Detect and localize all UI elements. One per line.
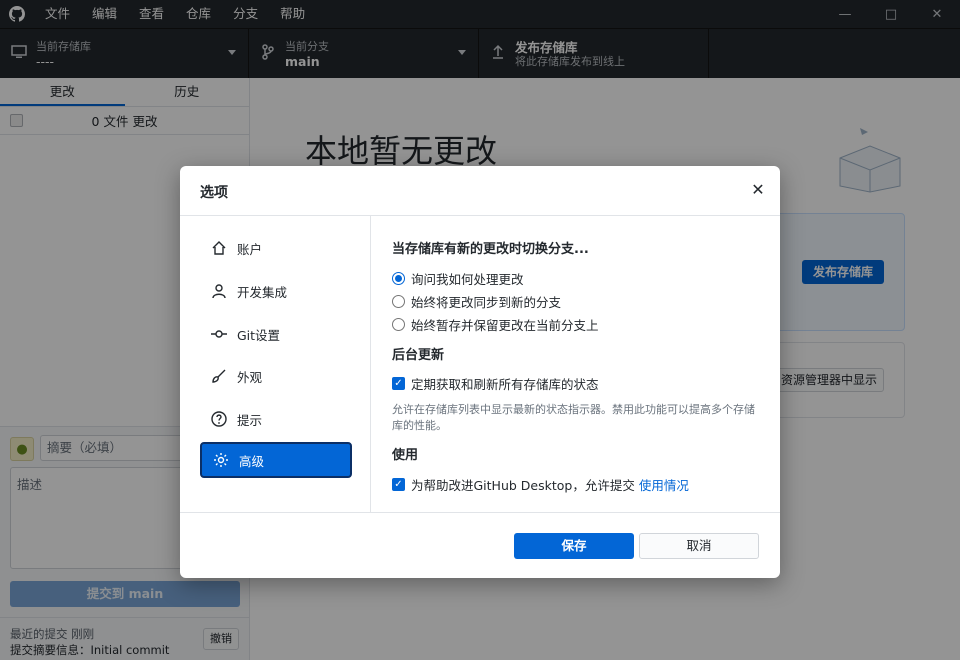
nav-item-label: 账户 <box>237 241 263 257</box>
section-title-background-updates: 后台更新 <box>392 348 445 363</box>
nav-item-label: Git设置 <box>237 327 281 343</box>
gear-icon <box>212 451 230 469</box>
radio-bring-changes[interactable]: 始终将更改同步到新的分支 <box>392 292 561 311</box>
nav-item-label: 开发集成 <box>237 284 288 300</box>
radio-ask[interactable]: 询问我如何处理更改 <box>392 269 524 288</box>
options-dialog: 选项 ✕ 账户 开发集成 Git设置 外观 提示 高级 当存储库有新的更改时切换… <box>180 166 780 578</box>
section-title-branch-switch: 当存储库有新的更改时切换分支... <box>392 242 589 257</box>
checkbox-checked[interactable]: ✓ <box>392 478 405 491</box>
checkbox-checked[interactable]: ✓ <box>392 377 405 390</box>
nav-item-git[interactable]: Git设置 <box>200 316 352 352</box>
background-updates-note: 允许在存储库列表中显示最新的状态指示器。禁用此功能可以提高多个存储库的性能。 <box>392 403 755 432</box>
nav-item-prompts[interactable]: 提示 <box>200 401 352 437</box>
paintbrush-icon <box>210 367 228 385</box>
usage-link[interactable]: 使用情况 <box>639 475 689 494</box>
nav-item-integrations[interactable]: 开发集成 <box>200 273 352 309</box>
radio-button[interactable] <box>392 318 405 331</box>
nav-item-accounts[interactable]: 账户 <box>200 230 352 266</box>
dialog-title: 选项 <box>200 185 228 201</box>
advanced-settings: 当存储库有新的更改时切换分支... 询问我如何处理更改 始终将更改同步到新的分支… <box>372 216 780 512</box>
save-button[interactable]: 保存 <box>514 533 634 559</box>
dialog-header: 选项 ✕ <box>180 166 780 216</box>
background-updates-checkbox[interactable]: ✓ 定期获取和刷新所有存储库的状态 <box>392 374 599 393</box>
options-nav: 账户 开发集成 Git设置 外观 提示 高级 <box>180 216 371 512</box>
radio-label: 始终将更改同步到新的分支 <box>411 295 562 310</box>
radio-label: 始终暂存并保留更改在当前分支上 <box>411 318 599 333</box>
nav-item-label: 高级 <box>239 453 265 469</box>
radio-button-selected[interactable] <box>392 272 405 285</box>
close-icon[interactable]: ✕ <box>748 180 768 200</box>
radio-button[interactable] <box>392 295 405 308</box>
radio-stash-changes[interactable]: 始终暂存并保留更改在当前分支上 <box>392 315 599 334</box>
radio-label: 询问我如何处理更改 <box>411 272 524 287</box>
cancel-button[interactable]: 取消 <box>639 533 759 559</box>
nav-item-appearance[interactable]: 外观 <box>200 358 352 394</box>
checkbox-label: 定期获取和刷新所有存储库的状态 <box>411 377 599 392</box>
home-icon <box>210 239 228 257</box>
section-title-usage: 使用 <box>392 448 419 463</box>
nav-item-advanced[interactable]: 高级 <box>200 442 352 478</box>
nav-item-label: 外观 <box>237 369 263 385</box>
person-icon <box>210 282 228 300</box>
dialog-footer: 保存 取消 <box>180 512 780 578</box>
git-commit-icon <box>210 325 228 343</box>
checkbox-label: 为帮助改进GitHub Desktop，允许提交 <box>411 478 635 493</box>
nav-item-label: 提示 <box>237 412 263 428</box>
question-icon <box>210 410 228 428</box>
usage-stats-checkbox[interactable]: ✓ 为帮助改进GitHub Desktop，允许提交 使用情况 <box>392 475 689 494</box>
